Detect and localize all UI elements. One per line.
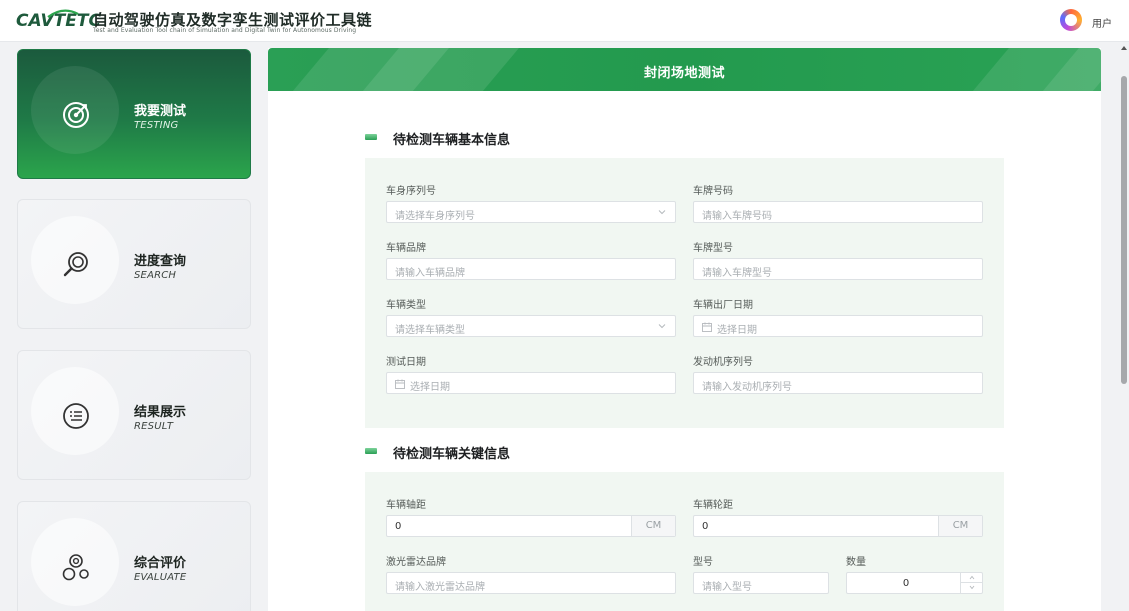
- test-date-label: 测试日期: [386, 357, 426, 368]
- wheelbase-label: 车辆轴距: [386, 500, 426, 511]
- plate-model-label: 车牌型号: [693, 243, 733, 254]
- chevron-up-icon: [969, 575, 975, 580]
- vehicle-type-select[interactable]: 请选择车辆类型: [386, 315, 676, 337]
- main-panel: 封闭场地测试 待检测车辆基本信息 车身序列号 请选择车身序列号 车牌号码 请输入…: [268, 48, 1101, 611]
- chevron-down-icon: [969, 585, 975, 590]
- nav-title: 结果展示: [134, 405, 187, 420]
- vin-label: 车身序列号: [386, 186, 436, 197]
- top-header: CAVTETC 自动驾驶仿真及数字孪生测试评价工具链 Test and Eval…: [0, 0, 1129, 42]
- target-icon: [63, 102, 89, 128]
- nav-subtitle: SEARCH: [134, 270, 177, 281]
- brand-placeholder: 请输入车辆品牌: [395, 268, 465, 279]
- sidebar-item-search[interactable]: 进度查询 SEARCH: [17, 199, 251, 329]
- quantity-stepper[interactable]: 0: [846, 572, 983, 594]
- sidebar-item-result[interactable]: 结果展示 RESULT: [17, 350, 251, 480]
- scroll-up-arrow-icon[interactable]: [1120, 44, 1128, 52]
- track-unit: CM: [938, 516, 982, 536]
- user-label[interactable]: 用户: [1092, 15, 1112, 30]
- engine-no-input[interactable]: 请输入发动机序列号: [693, 372, 983, 394]
- circles-icon: [62, 554, 89, 581]
- calendar-icon: [395, 379, 405, 389]
- mfg-date-picker[interactable]: 选择日期: [693, 315, 983, 337]
- lidar-brand-placeholder: 请输入激光雷达品牌: [395, 582, 485, 593]
- page-banner: 封闭场地测试: [268, 48, 1101, 91]
- quantity-label: 数量: [846, 557, 866, 568]
- nav-subtitle: TESTING: [134, 120, 179, 131]
- increment-button[interactable]: [960, 573, 982, 583]
- basic-info-form: 车身序列号 请选择车身序列号 车牌号码 请输入车牌号码 车辆品牌 请输入车辆品牌…: [365, 158, 1004, 428]
- test-date-picker[interactable]: 选择日期: [386, 372, 676, 394]
- engine-no-label: 发动机序列号: [693, 357, 753, 368]
- plate-model-placeholder: 请输入车牌型号: [702, 268, 772, 279]
- sidebar: 我要测试 TESTING 进度查询 SEARCH 结果展示 RESULT 综合评…: [0, 42, 262, 611]
- app-subtitle: Test and Evaluation Tool chain of Simula…: [93, 27, 357, 34]
- wheelbase-value: 0: [395, 521, 402, 532]
- brand-label: 车辆品牌: [386, 243, 426, 254]
- sidebar-item-evaluate[interactable]: 综合评价 EVALUATE: [17, 501, 251, 611]
- nav-title: 综合评价: [134, 556, 187, 571]
- calendar-icon: [702, 322, 712, 332]
- model-input[interactable]: 请输入型号: [693, 572, 829, 594]
- mfg-date-label: 车辆出厂日期: [693, 300, 753, 311]
- plate-no-placeholder: 请输入车牌号码: [702, 211, 772, 222]
- wheelbase-unit: CM: [631, 516, 675, 536]
- section-title: 待检测车辆基本信息: [393, 133, 511, 148]
- nav-subtitle: EVALUATE: [134, 572, 187, 583]
- nav-title: 进度查询: [134, 254, 187, 269]
- track-label: 车辆轮距: [693, 500, 733, 511]
- decrement-button[interactable]: [960, 583, 982, 593]
- scrollbar-thumb[interactable]: [1121, 76, 1127, 384]
- logo-swoosh-icon: [47, 9, 79, 18]
- key-info-form: 车辆轴距 0 CM 车辆轮距 0 CM 激光雷达品牌 请输入激光雷达品牌 型号 …: [365, 472, 1004, 611]
- nav-subtitle: RESULT: [134, 421, 174, 432]
- vehicle-type-label: 车辆类型: [386, 300, 426, 311]
- chevron-down-icon: [658, 210, 666, 215]
- quantity-value: 0: [902, 578, 910, 589]
- lidar-brand-label: 激光雷达品牌: [386, 557, 446, 568]
- model-placeholder: 请输入型号: [702, 582, 752, 593]
- vin-placeholder: 请选择车身序列号: [395, 211, 475, 222]
- page-title: 封闭场地测试: [643, 66, 725, 81]
- section-marker: [365, 448, 377, 454]
- wheelbase-input[interactable]: 0 CM: [386, 515, 676, 537]
- section-title: 待检测车辆关键信息: [393, 447, 511, 462]
- track-input[interactable]: 0 CM: [693, 515, 983, 537]
- chevron-down-icon: [658, 324, 666, 329]
- list-circle-icon: [63, 403, 89, 429]
- brand-logo[interactable]: CAVTETC: [16, 9, 101, 33]
- user-avatar[interactable]: [1060, 9, 1082, 31]
- plate-model-input[interactable]: 请输入车牌型号: [693, 258, 983, 280]
- vin-select[interactable]: 请选择车身序列号: [386, 201, 676, 223]
- sidebar-item-testing[interactable]: 我要测试 TESTING: [17, 49, 251, 179]
- track-value: 0: [702, 521, 709, 532]
- test-date-placeholder: 选择日期: [410, 382, 450, 393]
- plate-no-input[interactable]: 请输入车牌号码: [693, 201, 983, 223]
- model-label: 型号: [693, 557, 713, 568]
- plate-no-label: 车牌号码: [693, 186, 733, 197]
- section-marker: [365, 134, 377, 140]
- nav-title: 我要测试: [134, 104, 187, 119]
- lidar-brand-input[interactable]: 请输入激光雷达品牌: [386, 572, 676, 594]
- brand-input[interactable]: 请输入车辆品牌: [386, 258, 676, 280]
- magnifier-icon: [63, 252, 88, 277]
- mfg-date-placeholder: 选择日期: [717, 325, 757, 336]
- engine-no-placeholder: 请输入发动机序列号: [702, 382, 792, 393]
- vehicle-type-placeholder: 请选择车辆类型: [395, 325, 465, 336]
